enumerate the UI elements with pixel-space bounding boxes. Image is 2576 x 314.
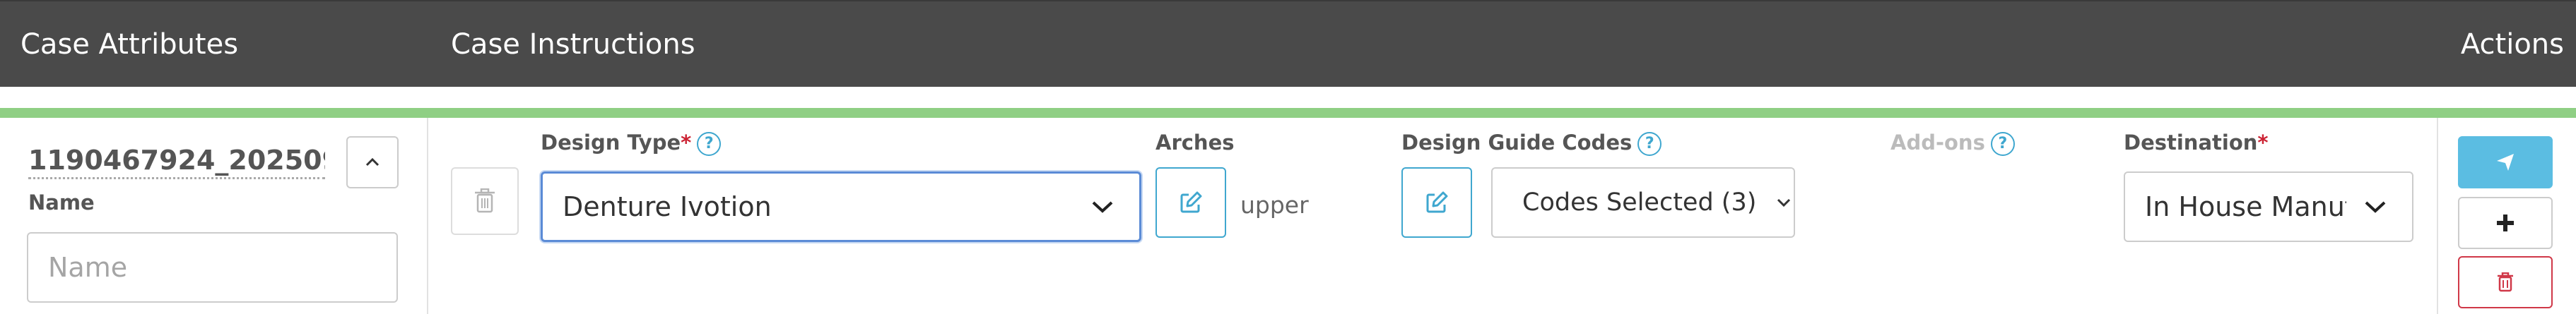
trash-icon <box>2498 272 2513 292</box>
case-row: 1190467924_202509... Name Name Design Ty… <box>0 118 2576 314</box>
help-icon[interactable]: ? <box>697 132 722 156</box>
destination-value: In House Manufacturing <box>2145 191 2346 222</box>
design-type-label: Design Type*? <box>541 131 722 156</box>
actions-heading: Actions <box>2460 28 2564 61</box>
case-id[interactable]: 1190467924_202509... <box>28 145 325 179</box>
design-type-select[interactable]: Denture Ivotion <box>541 171 1141 242</box>
required-marker: * <box>2257 131 2269 155</box>
status-bar <box>0 108 2576 118</box>
add-button[interactable] <box>2458 197 2553 249</box>
case-attributes-heading: Case Attributes <box>20 28 239 61</box>
name-label: Name <box>28 191 95 215</box>
design-type-value: Denture Ivotion <box>563 191 772 222</box>
send-button[interactable] <box>2458 136 2553 188</box>
chevron-up-icon <box>365 157 380 167</box>
arches-label: Arches <box>1155 131 1235 155</box>
design-guide-codes-select[interactable]: Codes Selected (3) <box>1491 167 1795 238</box>
design-guide-codes-label-text: Design Guide Codes <box>1401 131 1633 155</box>
destination-label: Destination* <box>2124 131 2269 155</box>
addons-label-text: Add-ons <box>1890 131 1985 155</box>
send-icon <box>2497 154 2514 171</box>
collapse-button[interactable] <box>346 136 399 188</box>
destination-label-text: Destination <box>2124 131 2258 155</box>
column-divider <box>2437 118 2438 314</box>
edit-icon <box>1180 191 1202 213</box>
design-type-label-text: Design Type <box>541 131 681 155</box>
required-marker: * <box>681 131 692 155</box>
help-icon[interactable]: ? <box>1637 132 1662 156</box>
name-input[interactable]: Name <box>27 232 398 303</box>
edit-codes-button[interactable] <box>1401 167 1472 238</box>
plus-icon <box>2497 215 2514 231</box>
edit-icon <box>1426 191 1448 213</box>
delete-instruction-button[interactable] <box>451 167 519 235</box>
edit-arches-button[interactable] <box>1155 167 1226 238</box>
chevron-down-icon <box>2365 201 2386 213</box>
arches-value: upper <box>1240 191 1309 219</box>
destination-select[interactable]: In House Manufacturing <box>2124 171 2413 242</box>
addons-label: Add-ons? <box>1890 131 2015 156</box>
case-instructions-heading: Case Instructions <box>451 28 695 61</box>
header-bar: Case Attributes Case Instructions Action… <box>0 0 2576 87</box>
column-divider <box>427 118 428 314</box>
delete-case-button[interactable] <box>2458 256 2553 308</box>
chevron-down-icon <box>1777 198 1791 207</box>
design-guide-codes-label: Design Guide Codes? <box>1401 131 1662 156</box>
chevron-down-icon <box>1092 201 1113 213</box>
help-icon[interactable]: ? <box>1990 132 2015 156</box>
codes-value: Codes Selected (3) <box>1522 188 1757 217</box>
trash-icon <box>475 188 495 213</box>
header-spacer <box>0 87 2576 108</box>
